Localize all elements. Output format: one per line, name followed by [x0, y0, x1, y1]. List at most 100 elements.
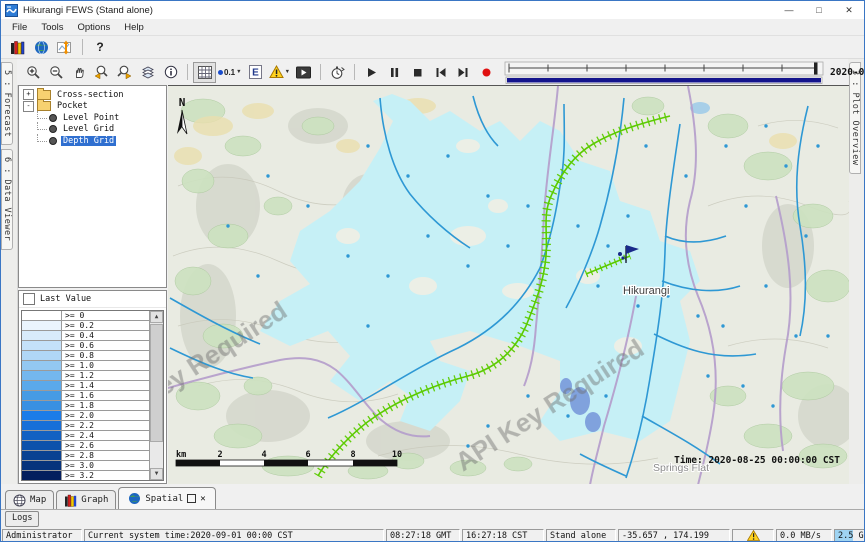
legend-row: >= 2.0: [22, 411, 149, 421]
tree-item-depth-grid[interactable]: Depth Grid: [37, 135, 166, 147]
legend-row-label: >= 2.2: [62, 421, 149, 430]
expand-toggle-icon[interactable]: +: [23, 89, 34, 100]
scroll-up-icon[interactable]: ▲: [150, 311, 163, 323]
legend-row-label: >= 1.2: [62, 371, 149, 380]
legend-row-label: >= 2.6: [62, 441, 149, 450]
step-back-button[interactable]: [429, 62, 452, 83]
data-display-button[interactable]: [5, 37, 29, 57]
menu-help[interactable]: Help: [117, 22, 151, 33]
profile-display-button[interactable]: [53, 37, 77, 57]
grid-icon: [198, 66, 212, 79]
menu-tools[interactable]: Tools: [34, 22, 70, 33]
maximize-button[interactable]: □: [804, 1, 834, 19]
timeline-extent-bar: [507, 78, 821, 83]
tree-item-level-grid[interactable]: Level Grid: [37, 124, 166, 136]
scroll-down-icon[interactable]: ▼: [150, 468, 163, 480]
play-icon: [365, 66, 378, 79]
svg-text:4: 4: [261, 450, 266, 460]
legend-row-label: >= 0.8: [62, 351, 149, 360]
close-button[interactable]: ✕: [834, 1, 864, 19]
legend-row-label: >= 0.6: [62, 341, 149, 350]
zoom-next-icon: [117, 65, 132, 79]
time-slider[interactable]: [504, 61, 824, 84]
warnings-dropdown[interactable]: ▼: [267, 62, 292, 83]
tab-close-icon[interactable]: ✕: [200, 494, 205, 504]
status-warning[interactable]: [732, 529, 774, 542]
legend-row: >= 1.2: [22, 371, 149, 381]
help-button[interactable]: ?: [88, 37, 112, 57]
memory-label: 2.5 GB: [838, 531, 865, 541]
tree-item-level-point[interactable]: Level Point: [37, 112, 166, 124]
legend-panel: Last Value >= 0 >= 0.2 >= 0.4 >= 0.6 >= …: [18, 290, 167, 484]
legend-row-label: >= 2.4: [62, 431, 149, 440]
legend-button[interactable]: E: [244, 62, 267, 83]
folder-icon: [37, 101, 51, 111]
player-icon: [296, 66, 311, 79]
tab-plot-overview[interactable]: 3 : Plot Overview: [849, 62, 861, 174]
zoom-next-button[interactable]: [113, 62, 136, 83]
menu-file[interactable]: File: [5, 22, 34, 33]
logs-button[interactable]: Logs: [5, 511, 39, 527]
minimize-button[interactable]: —: [774, 1, 804, 19]
step-forward-button[interactable]: [452, 62, 475, 83]
status-coordinates: -35.657 , 174.199: [618, 529, 730, 542]
fews-window: Hikurangi FEWS (Stand alone) — □ ✕ File …: [0, 0, 865, 542]
zoom-out-button[interactable]: [44, 62, 67, 83]
pause-button[interactable]: [383, 62, 406, 83]
tab-map-label: Map: [30, 495, 46, 505]
left-tab-strip: 5 : Forecast 6 : Data Viewer: [1, 59, 18, 488]
legend-scrollbar[interactable]: ▲ ▼: [149, 311, 163, 480]
grid-display-button[interactable]: [193, 62, 216, 83]
menu-options[interactable]: Options: [71, 22, 118, 33]
legend-row: >= 1.0: [22, 361, 149, 371]
tab-data-viewer[interactable]: 6 : Data Viewer: [1, 149, 13, 249]
pause-icon: [388, 66, 401, 79]
map-toolbar: 0.1 ▼ E ▼: [17, 59, 848, 85]
legend-swatch: [22, 331, 62, 340]
toolbar-separator: [354, 64, 355, 80]
tree-guide: [37, 111, 47, 119]
movie-player-button[interactable]: [292, 62, 315, 83]
stopwatch-icon: [330, 65, 345, 80]
legend-row: >= 0.8: [22, 351, 149, 361]
point-label-scale-dropdown[interactable]: 0.1 ▼: [216, 62, 244, 83]
animation-export-button[interactable]: [326, 62, 349, 83]
spatial-display-button[interactable]: [29, 37, 53, 57]
tree-item-label: Level Point: [61, 113, 121, 123]
pan-button[interactable]: [67, 62, 90, 83]
legend-row: >= 1.4: [22, 381, 149, 391]
tab-float-icon[interactable]: [187, 494, 196, 503]
layers-button[interactable]: [136, 62, 159, 83]
scrollbar-thumb[interactable]: [150, 324, 163, 442]
legend-row: >= 2.8: [22, 451, 149, 461]
legend-row-label: >= 2.8: [62, 451, 149, 460]
tree-item-pocket[interactable]: - Pocket: [19, 101, 166, 113]
zoom-previous-button[interactable]: [90, 62, 113, 83]
play-button[interactable]: [360, 62, 383, 83]
tab-spatial-active[interactable]: Spatial ✕: [118, 487, 215, 509]
record-button[interactable]: [475, 62, 498, 83]
legend-row: >= 0: [22, 311, 149, 321]
tree-item-label: Pocket: [55, 101, 90, 111]
scrollbar-track: [150, 443, 163, 468]
tab-forecast[interactable]: 5 : Forecast: [1, 62, 13, 145]
bottom-tab-bar: Map Graph Spatial ✕: [1, 488, 864, 510]
map-canvas[interactable]: API Key Required API Key Required N km 2…: [168, 86, 849, 484]
info-button[interactable]: [159, 62, 182, 83]
stop-button[interactable]: [406, 62, 429, 83]
zoom-in-button[interactable]: [21, 62, 44, 83]
zoom-previous-icon: [94, 65, 109, 79]
main-toolbar: ?: [1, 36, 864, 59]
tab-map[interactable]: Map: [5, 490, 54, 509]
time-slider-handle[interactable]: [814, 62, 818, 74]
svg-text:10: 10: [392, 450, 402, 460]
legend-swatch: [22, 371, 62, 380]
status-mode: Stand alone: [546, 529, 616, 542]
collapse-toggle-icon[interactable]: -: [23, 101, 34, 112]
bullet-icon: [49, 114, 57, 122]
bullet-icon: [49, 137, 57, 145]
legend-swatch: [22, 451, 62, 460]
last-value-checkbox[interactable]: [23, 293, 35, 305]
legend-row-label: >= 0.4: [62, 331, 149, 340]
tab-graph[interactable]: Graph: [56, 490, 116, 509]
